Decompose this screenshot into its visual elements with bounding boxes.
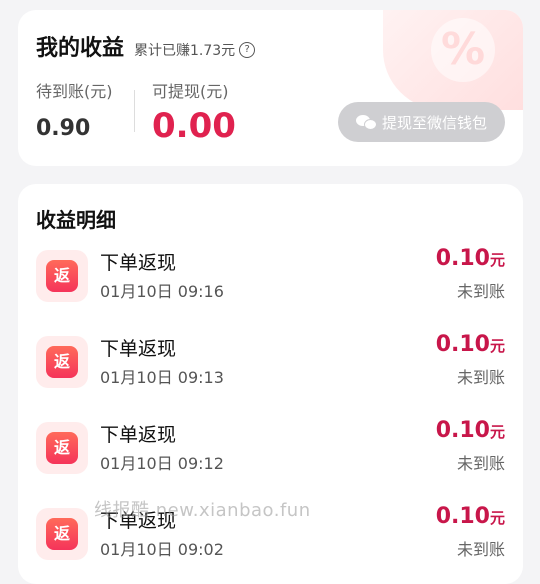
item-amount: 0.10元 xyxy=(436,418,505,443)
earnings-title: 我的收益 xyxy=(36,36,125,61)
cashback-icon-wrap: 返 xyxy=(36,336,88,388)
amount-unit: 元 xyxy=(489,251,505,269)
amount-value: 0.10 xyxy=(435,418,490,443)
cashback-icon: 返 xyxy=(46,432,78,464)
cashback-icon-wrap: 返 xyxy=(36,250,88,302)
item-amount: 0.10元 xyxy=(436,332,505,357)
cashback-icon: 返 xyxy=(46,346,78,378)
item-status: 未到账 xyxy=(456,454,505,473)
item-name: 下单返现 xyxy=(100,252,177,274)
detail-title: 收益明细 xyxy=(36,208,116,232)
list-item[interactable]: 返 下单返现 01月10日 09:02 0.10元 未到账 xyxy=(18,500,523,568)
item-time: 01月10日 09:13 xyxy=(100,368,224,387)
item-name: 下单返现 xyxy=(100,424,177,446)
percent-decoration-icon: % xyxy=(431,18,495,82)
earnings-header: 我的收益 累计已赚1.73元 ? xyxy=(36,30,256,62)
amount-unit: 元 xyxy=(489,337,505,355)
item-name: 下单返现 xyxy=(100,510,177,532)
help-icon[interactable]: ? xyxy=(239,42,256,58)
cashback-icon-wrap: 返 xyxy=(36,508,88,560)
withdraw-button-label: 提现至微信钱包 xyxy=(381,113,487,132)
pending-label: 待到账(元) xyxy=(36,82,113,101)
available-label: 可提现(元) xyxy=(152,82,229,101)
divider xyxy=(134,90,135,132)
amount-value: 0.10 xyxy=(435,332,490,357)
item-time: 01月10日 09:12 xyxy=(100,454,224,473)
item-name: 下单返现 xyxy=(100,338,177,360)
amount-unit: 元 xyxy=(489,509,505,527)
total-earned[interactable]: 累计已赚1.73元 ? xyxy=(134,40,256,60)
available-value: 0.00 xyxy=(152,106,236,146)
item-time: 01月10日 09:02 xyxy=(100,540,224,559)
cashback-icon: 返 xyxy=(46,260,78,292)
item-amount: 0.10元 xyxy=(436,246,505,271)
amount-value: 0.10 xyxy=(435,504,490,529)
total-earned-text: 累计已赚1.73元 xyxy=(134,43,236,59)
amount-unit: 元 xyxy=(489,423,505,441)
item-amount: 0.10元 xyxy=(436,504,505,529)
list-item[interactable]: 返 下单返现 01月10日 09:12 0.10元 未到账 xyxy=(18,414,523,482)
wechat-icon xyxy=(355,114,377,130)
earnings-detail-card: 收益明细 返 下单返现 01月10日 09:16 0.10元 未到账 返 下单返… xyxy=(18,184,523,584)
withdraw-wechat-button[interactable]: 提现至微信钱包 xyxy=(338,102,505,142)
list-item[interactable]: 返 下单返现 01月10日 09:13 0.10元 未到账 xyxy=(18,328,523,396)
pending-value: 0.90 xyxy=(36,116,91,141)
amount-value: 0.10 xyxy=(435,246,490,271)
cashback-icon: 返 xyxy=(46,518,78,550)
earnings-card: % 我的收益 累计已赚1.73元 ? 待到账(元) 0.90 可提现(元) 0.… xyxy=(18,10,523,166)
item-time: 01月10日 09:16 xyxy=(100,282,224,301)
cashback-icon-wrap: 返 xyxy=(36,422,88,474)
item-status: 未到账 xyxy=(456,540,505,559)
list-item[interactable]: 返 下单返现 01月10日 09:16 0.10元 未到账 xyxy=(18,242,523,310)
item-status: 未到账 xyxy=(456,368,505,387)
item-status: 未到账 xyxy=(456,282,505,301)
